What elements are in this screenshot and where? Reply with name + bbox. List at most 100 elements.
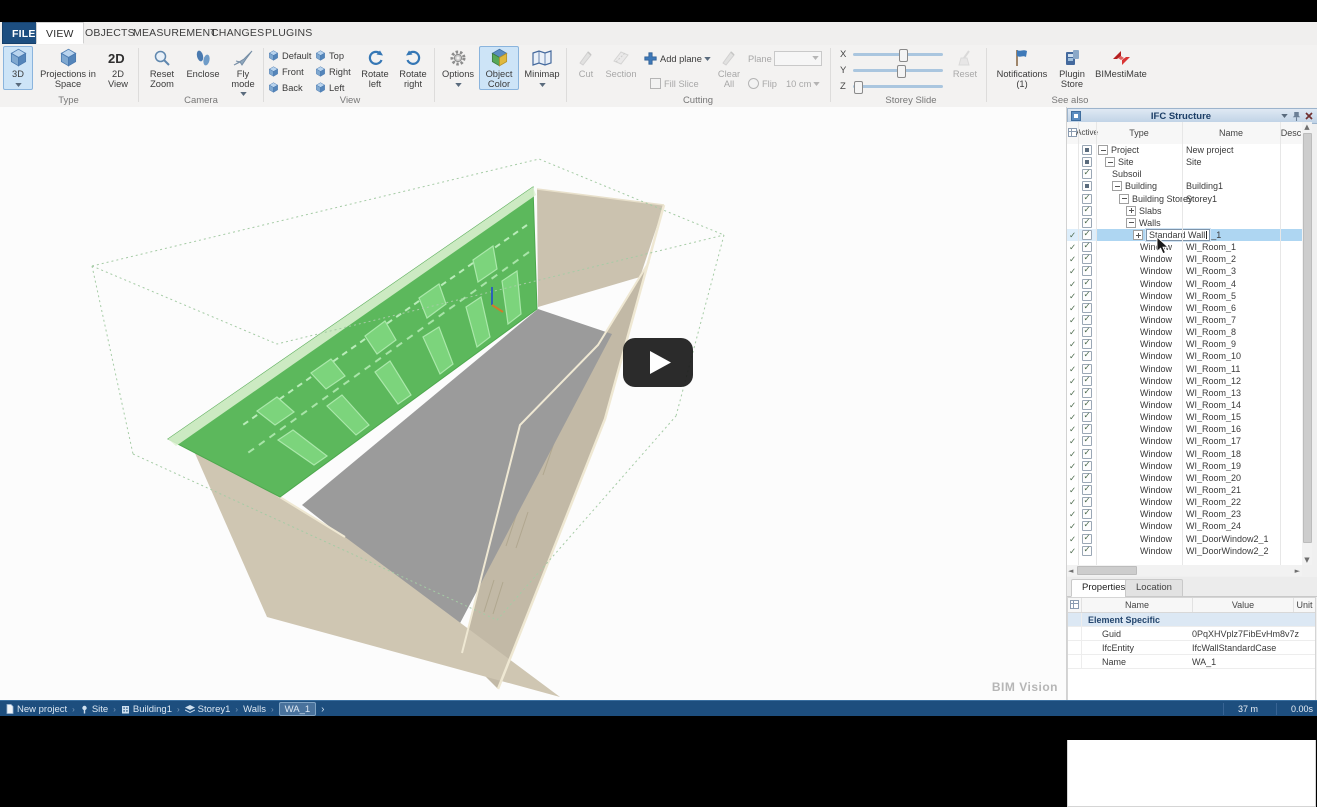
section-button[interactable]: Section <box>602 46 640 81</box>
storey-slider-z[interactable] <box>853 85 943 88</box>
tree-row[interactable]: ✓✓WindowWI_Room_20 <box>1067 472 1302 484</box>
property-row[interactable]: Guid0PqXHVplz7FibEvHm8v7z <box>1068 627 1315 641</box>
grid-size-dropdown[interactable]: 10 cm <box>786 76 820 91</box>
tree-row-selected[interactable]: ✓✓Standard Wall_1 <box>1067 229 1302 241</box>
column-active[interactable]: Active <box>1078 122 1097 144</box>
cut-button[interactable]: Cut <box>570 46 602 81</box>
slider-thumb[interactable] <box>897 65 906 78</box>
active-checkbox[interactable]: ✓ <box>1078 206 1096 216</box>
view-back-button[interactable]: Back <box>268 80 303 95</box>
fly-mode-button[interactable]: Fly mode <box>224 46 262 100</box>
tree-row[interactable]: ✓✓WindowWI_Room_8 <box>1067 326 1302 338</box>
view-front-button[interactable]: Front <box>268 64 304 79</box>
options-button[interactable]: Options <box>438 46 478 90</box>
visibility-check[interactable]: ✓ <box>1067 436 1078 446</box>
active-checkbox[interactable]: ✓ <box>1078 400 1096 410</box>
active-checkbox[interactable]: ✓ <box>1078 279 1096 289</box>
tree-vertical-scrollbar[interactable]: ▲ ▼ <box>1302 122 1312 565</box>
visibility-check[interactable]: ✓ <box>1067 424 1078 434</box>
active-checkbox[interactable]: ✓ <box>1078 339 1096 349</box>
tree-row[interactable]: ✓✓WindowWI_Room_9 <box>1067 338 1302 350</box>
plane-select[interactable] <box>774 51 822 66</box>
active-checkbox[interactable]: ✓ <box>1078 169 1096 179</box>
view-right-button[interactable]: Right <box>315 64 351 79</box>
notifications-button[interactable]: Notifications (1) <box>992 46 1052 90</box>
active-checkbox[interactable]: ✓ <box>1078 412 1096 422</box>
visibility-check[interactable]: ✓ <box>1067 315 1078 325</box>
tree-row[interactable]: ✓Walls <box>1067 217 1302 229</box>
active-checkbox[interactable]: ✓ <box>1078 194 1096 204</box>
breadcrumb-walls[interactable]: Walls <box>243 704 266 715</box>
collapse-icon[interactable] <box>1098 145 1108 155</box>
visibility-check[interactable]: ✓ <box>1067 400 1078 410</box>
column-name[interactable]: Name <box>1082 598 1193 612</box>
add-plane-button[interactable]: Add plane <box>644 51 711 66</box>
close-icon[interactable] <box>1305 112 1313 120</box>
tree-horizontal-scrollbar[interactable]: ◄ ► <box>1067 565 1302 576</box>
active-checkbox[interactable]: ✓ <box>1078 230 1096 240</box>
active-checkbox[interactable]: ✓ <box>1078 254 1096 264</box>
tree-row[interactable]: ✓✓WindowWI_Room_5 <box>1067 290 1302 302</box>
tree-row[interactable]: ✓Slabs <box>1067 205 1302 217</box>
active-checkbox[interactable]: ✓ <box>1078 449 1096 459</box>
slider-thumb[interactable] <box>899 49 908 62</box>
tree-row[interactable]: ✓✓WindowWI_Room_22 <box>1067 496 1302 508</box>
video-play-button[interactable] <box>623 338 693 387</box>
tree-row[interactable]: ✓✓WindowWI_Room_16 <box>1067 423 1302 435</box>
visibility-check[interactable]: ✓ <box>1067 388 1078 398</box>
tree-row[interactable]: SiteSite <box>1067 156 1302 168</box>
active-checkbox[interactable]: ✓ <box>1078 218 1096 228</box>
property-row[interactable]: IfcEntityIfcWallStandardCase <box>1068 641 1315 655</box>
active-checkbox[interactable]: ✓ <box>1078 424 1096 434</box>
active-checkbox[interactable]: ✓ <box>1078 291 1096 301</box>
column-type[interactable]: Type <box>1096 122 1183 144</box>
reset-zoom-button[interactable]: Reset Zoom <box>142 46 182 90</box>
plugin-store-button[interactable]: Plugin Store <box>1052 46 1092 90</box>
tree-row[interactable]: ✓Building StoreyStorey1 <box>1067 193 1302 205</box>
tree-row[interactable]: ✓✓WindowWI_DoorWindow2_1 <box>1067 533 1302 545</box>
tree-row[interactable]: ✓✓WindowWI_Room_15 <box>1067 411 1302 423</box>
active-checkbox[interactable]: ✓ <box>1078 521 1096 531</box>
visibility-check[interactable]: ✓ <box>1067 327 1078 337</box>
breadcrumb-wa_1[interactable]: WA_1 <box>279 702 317 716</box>
tree-row[interactable]: ✓✓WindowWI_Room_17 <box>1067 435 1302 447</box>
active-checkbox[interactable]: ✓ <box>1078 303 1096 313</box>
panel-menu-chevron-icon[interactable] <box>1281 114 1288 118</box>
visibility-check[interactable]: ✓ <box>1067 339 1078 349</box>
tab-location[interactable]: Location <box>1125 579 1183 597</box>
column-desc[interactable]: Desc <box>1280 122 1302 144</box>
scroll-down-arrow[interactable]: ▼ <box>1302 555 1312 565</box>
slider-thumb[interactable] <box>854 81 863 94</box>
projections-in-space-button[interactable]: Projections in Space <box>36 46 100 90</box>
pin-icon[interactable] <box>1292 111 1301 122</box>
breadcrumb-storey1[interactable]: Storey1 <box>185 704 231 715</box>
expand-icon[interactable] <box>1133 230 1143 240</box>
view-left-button[interactable]: Left <box>315 80 345 95</box>
rotate-left-button[interactable]: Rotate left <box>356 46 394 90</box>
tree-row[interactable]: ✓✓WindowWI_Room_13 <box>1067 387 1302 399</box>
rename-input[interactable]: Standard Wall <box>1146 229 1210 241</box>
active-checkbox[interactable]: ✓ <box>1078 315 1096 325</box>
tree-row[interactable]: ✓✓WindowWI_Room_12 <box>1067 375 1302 387</box>
tree-row[interactable]: ✓✓WindowWI_Room_23 <box>1067 508 1302 520</box>
breadcrumb-site[interactable]: Site <box>80 704 108 715</box>
tree-row[interactable]: ✓✓WindowWI_Room_10 <box>1067 350 1302 362</box>
visibility-check[interactable]: ✓ <box>1067 230 1078 240</box>
tree-row[interactable]: ✓✓WindowWI_Room_1 <box>1067 241 1302 253</box>
active-checkbox[interactable]: ✓ <box>1078 436 1096 446</box>
property-row[interactable]: NameWA_1 <box>1068 655 1315 669</box>
collapse-icon[interactable] <box>1105 157 1115 167</box>
collapse-icon[interactable] <box>1126 218 1136 228</box>
tree-row[interactable]: ✓Subsoil <box>1067 168 1302 180</box>
visibility-check[interactable]: ✓ <box>1067 473 1078 483</box>
reset-sliders-button[interactable]: Reset <box>948 46 982 81</box>
active-checkbox[interactable]: ✓ <box>1078 376 1096 386</box>
active-checkbox[interactable] <box>1078 145 1096 155</box>
2d-view-button[interactable]: 2D 2D View <box>100 46 136 90</box>
active-checkbox[interactable] <box>1078 157 1096 167</box>
visibility-check[interactable]: ✓ <box>1067 266 1078 276</box>
scrollbar-thumb[interactable] <box>1077 566 1137 575</box>
flip-radio[interactable]: Flip <box>748 76 777 91</box>
breadcrumb-building1[interactable]: Building1 <box>121 704 172 715</box>
tree-row[interactable]: ✓✓WindowWI_Room_6 <box>1067 302 1302 314</box>
